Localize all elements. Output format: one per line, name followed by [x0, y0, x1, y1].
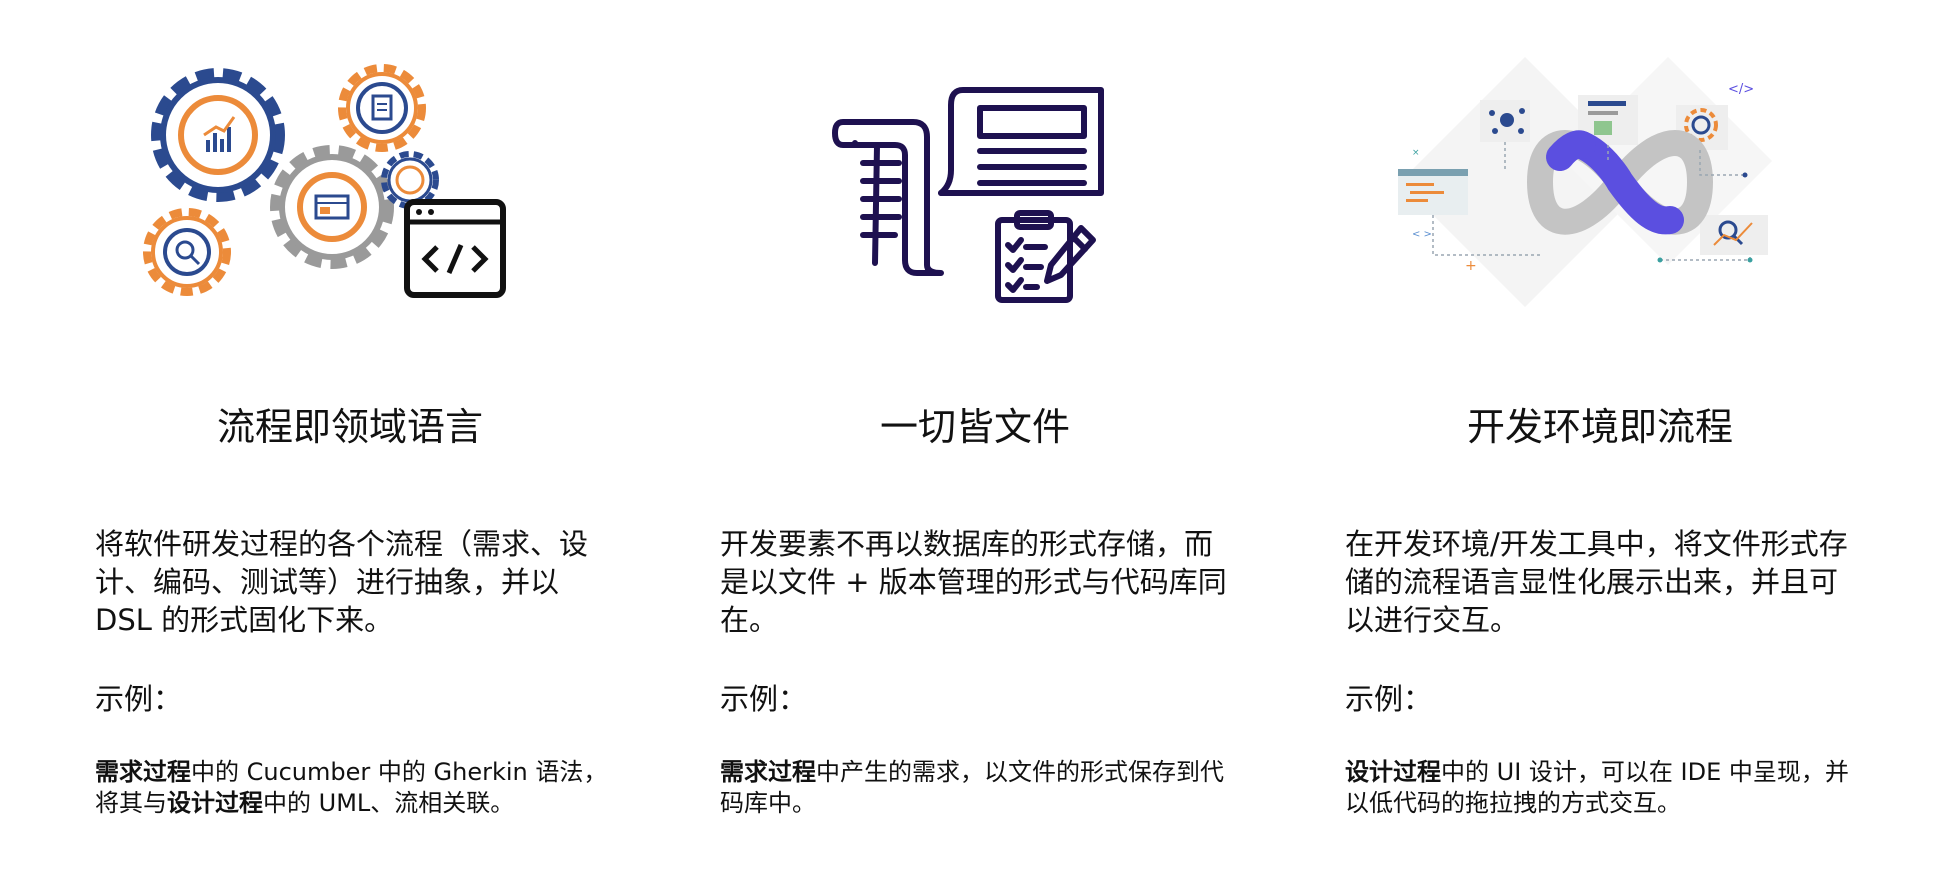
column-title: 流程即领域语言	[216, 405, 483, 449]
example-text: 需求过程中的 Cucumber 中的 Gherkin 语法，将其与设计过程中的 …	[95, 757, 615, 819]
column-description: 开发要素不再以数据库的形式存储，而是以文件 + 版本管理的形式与代码库同在。	[720, 527, 1227, 637]
gears-process-icon	[70, 45, 630, 315]
column-title: 开发环境即流程	[1466, 405, 1733, 449]
column-title: 一切皆文件	[879, 405, 1070, 449]
svg-text:+: +	[1465, 258, 1477, 274]
example-fragment: 中的 UML、流相关联。	[263, 789, 515, 817]
example-text: 设计过程中的 UI 设计，可以在 IDE 中呈现，并以低代码的拖拉拽的方式交互。	[1345, 757, 1865, 819]
example-bold-term: 设计过程	[1345, 758, 1441, 786]
column-dev-env-as-process: </> < > + × 开发环境即流程 在开发环境/开发工具中，将文件形式存储的…	[1320, 0, 1880, 872]
svg-text:< >: < >	[1412, 229, 1432, 240]
devops-infinity-icon: </> < > + ×	[1320, 45, 1880, 315]
column-process-as-dsl: 流程即领域语言 将软件研发过程的各个流程（需求、设计、编码、测试等）进行抽象，并…	[70, 0, 630, 872]
example-text: 需求过程中产生的需求，以文件的形式保存到代码库中。	[720, 757, 1240, 819]
example-label: 示例：	[95, 682, 183, 716]
column-description: 将软件研发过程的各个流程（需求、设计、编码、测试等）进行抽象，并以 DSL 的形…	[95, 527, 589, 637]
code-tag-icon: </>	[1728, 82, 1754, 97]
svg-text:×: ×	[1412, 148, 1420, 158]
example-label: 示例：	[1345, 682, 1433, 716]
column-description: 在开发环境/开发工具中，将文件形式存储的流程语言显性化展示出来，并且可以进行交互…	[1345, 527, 1848, 637]
example-bold-term: 需求过程	[720, 758, 816, 786]
example-bold-term: 设计过程	[167, 789, 263, 817]
documents-icon	[695, 45, 1255, 315]
column-everything-is-file: 一切皆文件 开发要素不再以数据库的形式存储，而是以文件 + 版本管理的形式与代码…	[695, 0, 1255, 872]
example-bold-term: 需求过程	[95, 758, 191, 786]
example-label: 示例：	[720, 682, 808, 716]
